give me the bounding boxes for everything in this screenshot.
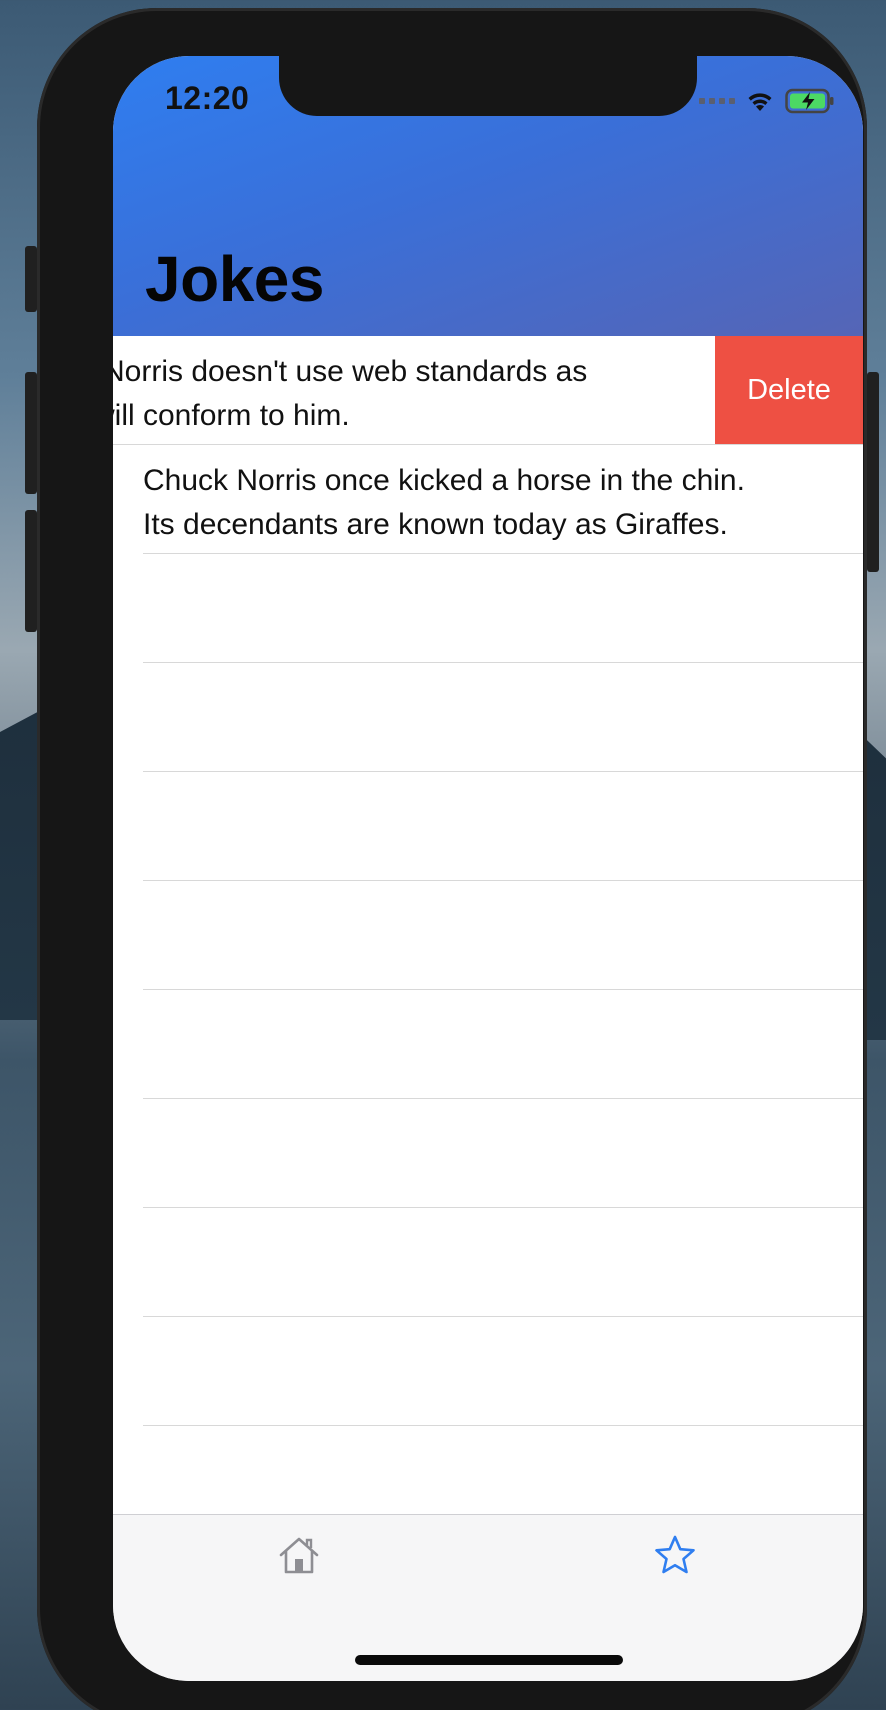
empty-row (113, 554, 863, 663)
joke-text: Norris doesn't use web standards as will… (113, 350, 587, 438)
status-time: 12:20 (165, 80, 250, 116)
wifi-icon (748, 93, 772, 111)
app-screen: 12:20 Jokes Norris doesn't use web stand… (113, 56, 863, 1681)
tab-favorites[interactable] (645, 1529, 705, 1581)
status-icons (699, 88, 835, 114)
tab-home[interactable] (269, 1529, 329, 1581)
power-button (867, 372, 879, 572)
empty-row (113, 772, 863, 881)
home-icon (279, 1537, 319, 1574)
empty-row (113, 1317, 863, 1426)
home-indicator[interactable] (355, 1655, 623, 1665)
iphone-frame: 12:20 Jokes Norris doesn't use web stand… (25, 8, 879, 1710)
battery-charging-icon (785, 88, 834, 114)
joke-text: Chuck Norris once kicked a horse in the … (143, 459, 745, 547)
joke-line-2: Its decendants are known today as Giraff… (143, 508, 728, 541)
empty-row (113, 1099, 863, 1208)
empty-row (113, 881, 863, 990)
empty-row (113, 663, 863, 772)
tab-bar (113, 1514, 863, 1681)
volume-down-button (25, 510, 37, 632)
joke-line-1: Chuck Norris once kicked a horse in the … (143, 464, 745, 497)
delete-button[interactable]: Delete (715, 336, 863, 444)
jokes-list[interactable]: Norris doesn't use web standards as will… (113, 336, 863, 1535)
signal-icon (699, 98, 735, 104)
volume-up-button (25, 372, 37, 494)
empty-row (113, 1208, 863, 1317)
joke-row[interactable]: Chuck Norris once kicked a horse in the … (113, 445, 863, 554)
empty-row (113, 990, 863, 1099)
joke-row-swiped[interactable]: Norris doesn't use web standards as will… (113, 336, 863, 445)
joke-line-1: Norris doesn't use web standards as (113, 355, 588, 388)
notch (279, 56, 697, 116)
silent-switch (25, 246, 37, 312)
page-title: Jokes (145, 243, 324, 315)
joke-line-2: will conform to him. (113, 399, 350, 432)
navigation-header: 12:20 Jokes (113, 56, 863, 336)
star-icon (655, 1535, 695, 1574)
